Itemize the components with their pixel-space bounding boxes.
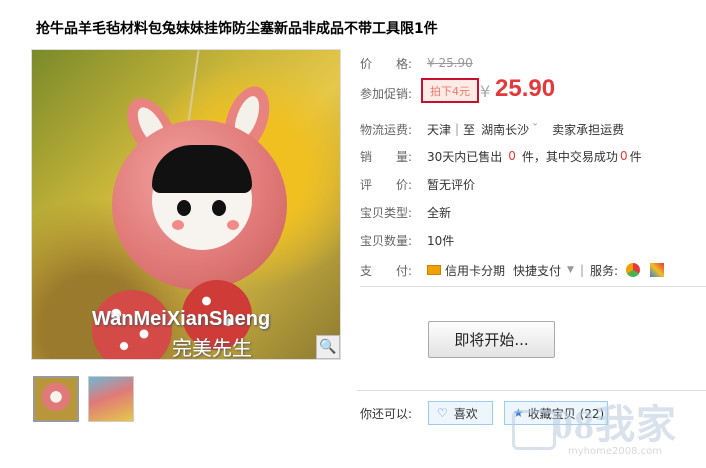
sales-text-1: 30天内已售出 [427,149,503,164]
shipping-note: 卖家承担运费 [552,122,625,137]
shipping-from: 天津 [427,122,452,137]
site-logo-text: 08我家 [553,402,677,447]
sales-text-3: 件 [629,149,642,164]
hanging-string [186,50,200,130]
shipping-row: 物流运费: 天津 | 至 湖南长沙 ˇ 卖家承担运费 [360,119,624,139]
chevron-down-icon[interactable]: ▼ [567,265,574,275]
shipping-label: 物流运费: [360,122,413,137]
promo-price: 25.90 [495,75,556,102]
payment-label: 支 付: [360,263,413,278]
site-watermark-logo: 08我家 myhome2008.com [508,388,706,468]
chevron-down-icon[interactable]: ˇ [532,122,538,136]
thumbnail-1[interactable] [33,376,79,422]
heart-icon: ♡ [437,406,448,420]
sales-row: 销 量: 30天内已售出 0 件，其中交易成功 0 件 [360,146,642,166]
original-price: ¥ 25.90 [427,56,473,70]
shipping-destination[interactable]: 湖南长沙 [481,121,529,138]
sales-count: 0 [508,149,516,163]
sales-label: 销 量: [360,149,413,164]
product-main-image[interactable]: WanMeiXianSheng 完美先生 🔍 [31,49,341,360]
services-label: 服务: [590,263,619,278]
site-logo-url: myhome2008.com [568,446,662,457]
item-type-value: 全新 [427,205,452,220]
shipping-separator: | [455,122,460,136]
payment-method-quick[interactable]: 快捷支付 [513,262,561,279]
price-label: 价 格: [360,56,413,71]
bunny-eye-right [212,200,226,216]
rating-value: 暂无评价 [427,177,476,192]
quantity-row: 宝贝数量: 10件 [360,230,454,250]
shipping-to-prefix: 至 [463,122,476,137]
sales-text-2: 件，其中交易成功 [521,149,618,164]
info-divider [360,286,706,287]
thumbnail-strip [33,376,134,422]
payment-row: 支 付: 信用卡分期 快捷支付 ▼ | 服务: [360,260,665,280]
coming-soon-button[interactable]: 即将开始... [428,321,555,358]
watermark-chinese: 完美先生 [172,336,252,360]
price-row: 价 格: ¥ 25.90 [360,53,473,73]
rating-row: 评 价: 暂无评价 [360,174,475,194]
product-title: 抢牛品羊毛毡材料包兔妹妹挂饰防尘塞新品非成品不带工具限1件 [36,21,438,37]
success-count: 0 [619,149,628,163]
payment-method-installment[interactable]: 信用卡分期 [445,262,505,279]
bunny-cheek-left [172,220,184,230]
like-label: 喜欢 [453,406,478,421]
bunny-eye-left [177,200,191,216]
actions-label: 你还可以: [360,407,413,421]
magnifier-icon[interactable]: 🔍 [316,335,340,359]
bunny-cheek-right [227,220,239,230]
divider: | [579,263,584,277]
credit-card-icon [427,265,441,275]
promo-badge[interactable]: 拍下4元 [421,78,479,103]
promo-currency: ¥ [480,82,491,101]
rating-label: 评 价: [360,177,413,192]
item-type-label: 宝贝类型: [360,205,413,220]
promo-row: 参加促销: [360,83,427,103]
thumbnail-2[interactable] [88,376,134,422]
watermark-english: WanMeiXianSheng [92,308,271,330]
promo-label: 参加促销: [360,86,413,101]
quantity-value: 10件 [427,233,455,248]
like-button[interactable]: ♡ 喜欢 [428,401,493,425]
service-badge-icon[interactable] [626,263,641,277]
service-guarantee-icon[interactable] [650,263,665,277]
house-icon [512,410,556,450]
quantity-label: 宝贝数量: [360,233,413,248]
item-type-row: 宝贝类型: 全新 [360,202,451,222]
